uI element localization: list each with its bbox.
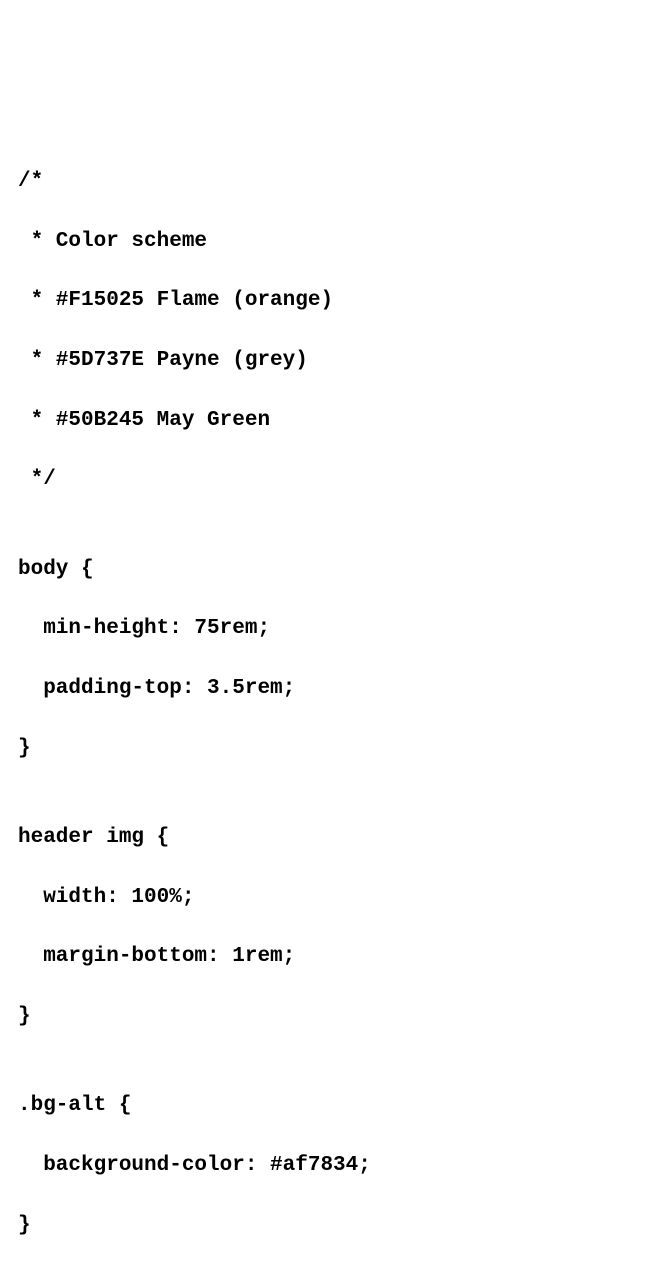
code-line: width: 100%; xyxy=(18,883,650,913)
code-line: * #F15025 Flame (orange) xyxy=(18,286,650,316)
code-line: } xyxy=(18,1211,650,1241)
code-line: .bg-alt { xyxy=(18,1091,650,1121)
code-line: header img { xyxy=(18,823,650,853)
code-line: } xyxy=(18,734,650,764)
code-line: margin-bottom: 1rem; xyxy=(18,942,650,972)
code-block: /* * Color scheme * #F15025 Flame (orang… xyxy=(18,137,650,1264)
code-line: } xyxy=(18,1002,650,1032)
code-line: padding-top: 3.5rem; xyxy=(18,674,650,704)
code-line: */ xyxy=(18,465,650,495)
code-line: min-height: 75rem; xyxy=(18,614,650,644)
code-line: * Color scheme xyxy=(18,227,650,257)
code-line: background-color: #af7834; xyxy=(18,1151,650,1181)
code-line: * #50B245 May Green xyxy=(18,406,650,436)
code-line: * #5D737E Payne (grey) xyxy=(18,346,650,376)
code-line: /* xyxy=(18,167,650,197)
code-line: body { xyxy=(18,555,650,585)
